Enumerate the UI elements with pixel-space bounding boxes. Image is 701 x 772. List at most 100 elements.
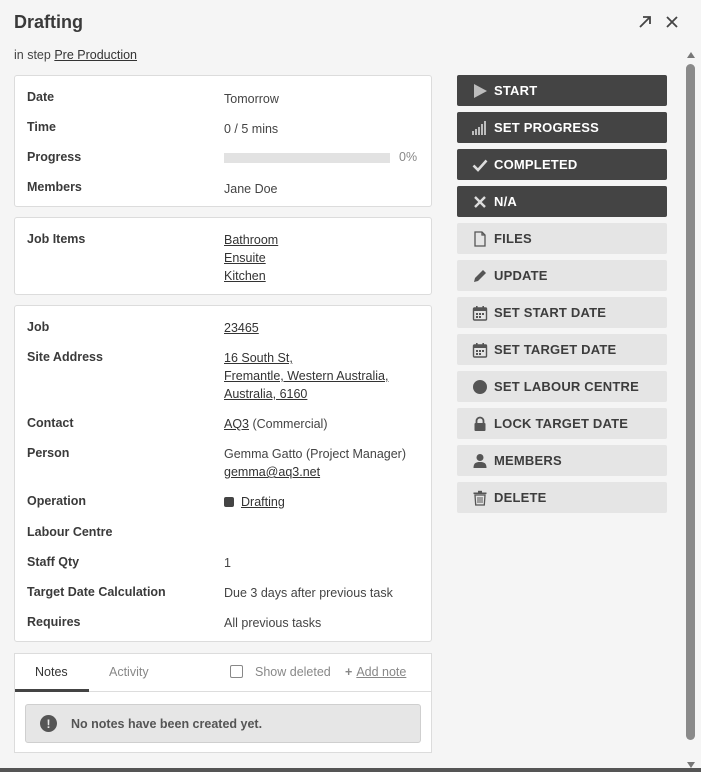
job-item-link[interactable]: Ensuite	[224, 249, 278, 267]
contact-value: AQ3 (Commercial)	[224, 415, 328, 433]
file-icon	[472, 230, 488, 247]
person-value: Gemma Gatto (Project Manager) gemma@aq3.…	[224, 445, 406, 481]
set-target-date-button[interactable]: SET TARGET DATE	[457, 334, 667, 365]
progress-percent: 0%	[399, 150, 418, 164]
check-icon	[472, 157, 488, 173]
operation-value: Drafting	[224, 493, 285, 511]
empty-notes-text: No notes have been created yet.	[71, 716, 263, 731]
person-name: Gemma Gatto (Project Manager)	[224, 447, 407, 461]
site-address-line[interactable]: Australia, 6160	[224, 385, 388, 403]
lock-target-date-button[interactable]: LOCK TARGET DATE	[457, 408, 667, 439]
action-button-label: UPDATE	[494, 268, 548, 283]
scroll-down-arrow-icon[interactable]	[687, 762, 695, 768]
action-button-label: SET PROGRESS	[494, 120, 599, 135]
notes-panel: Notes Activity Show deleted + Add note ! …	[14, 653, 432, 753]
action-button-label: COMPLETED	[494, 157, 578, 172]
person-email-link[interactable]: gemma@aq3.net	[224, 463, 406, 481]
circle-icon	[472, 379, 488, 395]
action-button-label: N/A	[494, 194, 517, 209]
step-link[interactable]: Pre Production	[54, 48, 137, 62]
target-date-calc-value: Due 3 days after previous task	[224, 586, 393, 600]
action-button-label: DELETE	[494, 490, 547, 505]
lock-icon	[472, 416, 488, 432]
details-card: Job 23465 Site Address 16 South St, Frem…	[14, 305, 432, 642]
time-value: 0 / 5 mins	[224, 122, 279, 136]
delete-button[interactable]: DELETE	[457, 482, 667, 513]
progress-label: Progress	[27, 150, 82, 164]
action-buttons: START SET PROGRESS COMPLETED N/A FILES UPDATE…	[457, 75, 667, 519]
set-start-date-button[interactable]: SET START DATE	[457, 297, 667, 328]
action-button-label: SET TARGET DATE	[494, 342, 617, 357]
action-button-label: SET START DATE	[494, 305, 607, 320]
operation-label: Operation	[27, 494, 87, 508]
job-item-link[interactable]: Kitchen	[224, 267, 278, 285]
signal-bars-icon	[472, 120, 488, 136]
requires-label: Requires	[27, 615, 81, 629]
members-button[interactable]: MEMBERS	[457, 445, 667, 476]
labour-centre-label: Labour Centre	[27, 525, 113, 539]
job-number-link[interactable]: 23465	[224, 321, 259, 335]
show-deleted-checkbox[interactable]	[230, 665, 243, 678]
job-items-list: Bathroom Ensuite Kitchen	[224, 231, 278, 285]
tab-activity[interactable]: Activity	[109, 665, 149, 679]
action-button-label: MEMBERS	[494, 453, 562, 468]
files-button[interactable]: FILES	[457, 223, 667, 254]
play-icon	[472, 83, 488, 99]
date-value: Tomorrow	[224, 92, 279, 106]
tab-notes[interactable]: Notes	[35, 665, 68, 679]
step-breadcrumb: in step Pre Production	[14, 48, 137, 62]
task-dialog: Drafting in step Pre Production Date Tom…	[0, 0, 701, 772]
action-button-label: FILES	[494, 231, 532, 246]
job-item-link[interactable]: Bathroom	[224, 231, 278, 249]
action-button-label: SET LABOUR CENTRE	[494, 379, 639, 394]
calendar-icon	[472, 305, 488, 321]
add-note-label: Add note	[356, 665, 407, 679]
person-icon	[472, 453, 488, 469]
date-label: Date	[27, 90, 55, 104]
n-a-button[interactable]: N/A	[457, 186, 667, 217]
start-button[interactable]: START	[457, 75, 667, 106]
staff-qty-label: Staff Qty	[27, 555, 80, 569]
scroll-up-arrow-icon[interactable]	[687, 52, 695, 58]
scrollbar-thumb[interactable]	[686, 64, 695, 740]
set-progress-button[interactable]: SET PROGRESS	[457, 112, 667, 143]
site-address-line[interactable]: 16 South St,	[224, 349, 388, 367]
step-prefix: in step	[14, 48, 51, 62]
members-value: Jane Doe	[224, 182, 278, 196]
notes-tabs: Notes Activity Show deleted + Add note	[15, 654, 431, 692]
x-icon	[472, 194, 488, 210]
plus-icon: +	[345, 665, 353, 679]
scrollbar[interactable]	[686, 52, 696, 768]
info-icon: !	[40, 715, 57, 732]
job-label: Job	[27, 320, 50, 334]
members-label: Members	[27, 180, 82, 194]
site-address-label: Site Address	[27, 350, 103, 364]
operation-link[interactable]: Drafting	[241, 495, 285, 509]
empty-notes-message: ! No notes have been created yet.	[25, 704, 421, 743]
set-labour-centre-button[interactable]: SET LABOUR CENTRE	[457, 371, 667, 402]
action-button-label: START	[494, 83, 538, 98]
active-tab-indicator	[15, 689, 89, 692]
requires-value: All previous tasks	[224, 616, 322, 630]
expand-icon[interactable]	[637, 14, 653, 30]
target-date-calc-label: Target Date Calculation	[27, 585, 166, 599]
pencil-icon	[472, 268, 488, 284]
contact-link[interactable]: AQ3	[224, 417, 249, 431]
completed-button[interactable]: COMPLETED	[457, 149, 667, 180]
close-icon[interactable]	[664, 14, 680, 30]
site-address-line[interactable]: Fremantle, Western Australia,	[224, 367, 388, 385]
person-label: Person	[27, 446, 70, 460]
contact-label: Contact	[27, 416, 74, 430]
progress-bar	[224, 153, 390, 163]
action-button-label: LOCK TARGET DATE	[494, 416, 629, 431]
add-note-button[interactable]: + Add note	[345, 665, 406, 679]
calendar-icon	[472, 342, 488, 358]
summary-card: Date Tomorrow Time 0 / 5 mins Progress 0…	[14, 75, 432, 207]
trash-icon	[472, 490, 488, 506]
site-address: 16 South St, Fremantle, Western Australi…	[224, 349, 388, 403]
contact-type: (Commercial)	[249, 417, 328, 431]
job-items-card: Job Items Bathroom Ensuite Kitchen	[14, 217, 432, 295]
job-items-label: Job Items	[27, 232, 86, 246]
dialog-title: Drafting	[14, 12, 83, 32]
update-button[interactable]: UPDATE	[457, 260, 667, 291]
